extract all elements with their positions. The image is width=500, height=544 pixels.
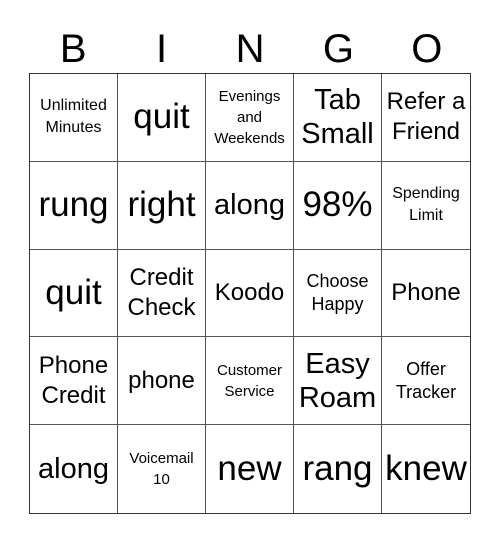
bingo-cell-n-5[interactable]: new — [206, 425, 294, 513]
bingo-cell-o-5[interactable]: knew — [382, 425, 470, 513]
bingo-cell-o-1[interactable]: Refer a Friend — [382, 74, 470, 162]
cell-text: phone — [128, 366, 195, 394]
bingo-cell-n-1[interactable]: Evenings and Weekends — [206, 74, 294, 162]
bingo-cell-o-3[interactable]: Phone — [382, 250, 470, 338]
bingo-header: B I N G O — [29, 26, 471, 72]
bingo-cell-b-2[interactable]: rung — [30, 161, 118, 250]
bingo-cell-n-2[interactable]: along — [206, 161, 294, 250]
bingo-cell-b-4[interactable]: Phone Credit — [30, 337, 118, 426]
bingo-cell-g-3[interactable]: Choose Happy — [294, 249, 382, 338]
bingo-cell-i-5[interactable]: Voicemail 10 — [118, 425, 206, 513]
cell-text: along — [214, 189, 285, 222]
bingo-cell-g-1[interactable]: Tab Small — [294, 74, 382, 162]
header-letter-o: O — [411, 27, 443, 71]
cell-text: new — [217, 449, 282, 489]
cell-text: Customer Service — [216, 361, 283, 400]
bingo-cell-b-5[interactable]: along — [30, 425, 118, 513]
cell-text: Choose Happy — [306, 270, 369, 314]
bingo-cell-b-1[interactable]: Unlimited Minutes — [30, 74, 118, 162]
cell-text: Refer a Friend — [386, 88, 466, 146]
cell-text: Phone — [391, 278, 461, 306]
bingo-cell-i-2[interactable]: right — [118, 161, 206, 250]
bingo-grid: Unlimited Minutes quit Evenings and Weeken… — [29, 73, 471, 514]
cell-text: rang — [302, 449, 373, 489]
header-letter-i: I — [156, 27, 168, 71]
bingo-cell-n-3[interactable]: Koodo — [206, 249, 294, 338]
bingo-cell-o-4[interactable]: Offer Tracker — [382, 337, 470, 426]
cell-text: rung — [38, 185, 109, 225]
cell-text: 98% — [302, 185, 373, 225]
cell-text: along — [38, 453, 109, 486]
bingo-cell-g-2[interactable]: 98% — [294, 161, 382, 250]
bingo-cell-b-3[interactable]: quit — [30, 249, 118, 338]
header-letter-b: B — [59, 27, 87, 71]
bingo-cell-i-4[interactable]: phone — [118, 337, 206, 426]
cell-text: Easy Roam — [298, 347, 377, 414]
header-letter-g: G — [322, 27, 354, 71]
cell-text: Tab Small — [301, 84, 374, 151]
bingo-cell-i-3[interactable]: Credit Check — [118, 249, 206, 338]
cell-text: right — [127, 185, 196, 225]
cell-text: Voicemail 10 — [129, 450, 194, 489]
bingo-cell-o-2[interactable]: Spending Limit — [382, 162, 470, 250]
cell-text: Koodo — [214, 278, 285, 306]
bingo-cell-g-5[interactable]: rang — [294, 425, 382, 513]
cell-text: Credit Check — [127, 263, 196, 321]
cell-text: quit — [133, 97, 190, 137]
bingo-cell-i-1[interactable]: quit — [118, 74, 206, 162]
bingo-cell-n-4[interactable]: Customer Service — [206, 337, 294, 426]
cell-text: Evenings and Weekends — [214, 87, 285, 147]
cell-text: Phone Credit — [38, 351, 109, 409]
cell-text: quit — [45, 272, 102, 312]
cell-text: Offer Tracker — [395, 358, 457, 402]
cell-text: Spending Limit — [392, 185, 460, 225]
header-letter-n: N — [235, 27, 265, 71]
cell-text: knew — [385, 449, 467, 489]
bingo-cell-g-4[interactable]: Easy Roam — [294, 337, 382, 426]
cell-text: Unlimited Minutes — [40, 97, 107, 137]
